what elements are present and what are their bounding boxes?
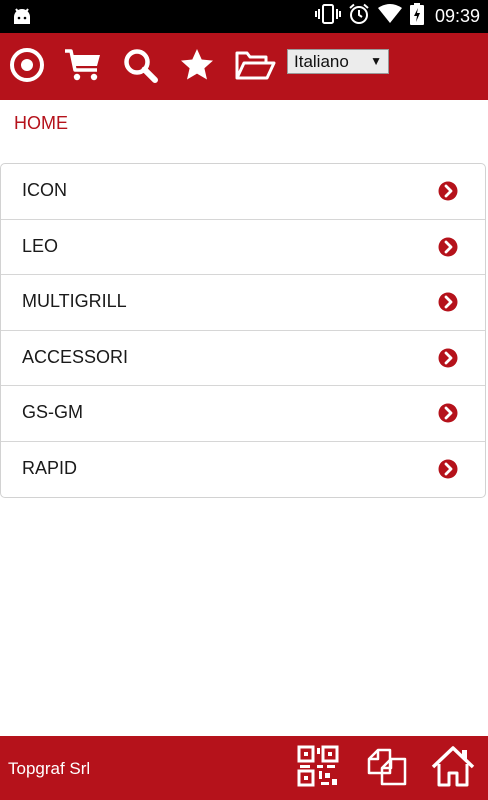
battery-charging-icon bbox=[409, 3, 424, 30]
language-value: Italiano bbox=[294, 52, 349, 71]
list-item[interactable]: ACCESSORI bbox=[1, 331, 485, 386]
target-button[interactable] bbox=[5, 45, 49, 89]
dropdown-arrow-icon: ▼ bbox=[370, 54, 382, 68]
home-button[interactable] bbox=[431, 745, 475, 792]
clock: 09:39 bbox=[434, 6, 480, 26]
list-item[interactable]: ICON bbox=[1, 164, 485, 220]
alarm-icon bbox=[348, 3, 370, 30]
star-icon bbox=[179, 47, 215, 88]
chevron-circle-right-icon bbox=[438, 292, 458, 312]
list-item[interactable]: MULTIGRILL bbox=[1, 275, 485, 331]
copy-button[interactable] bbox=[365, 746, 409, 790]
search-button[interactable] bbox=[118, 45, 162, 89]
cart-button[interactable] bbox=[61, 45, 105, 89]
list-item[interactable]: RAPID bbox=[1, 442, 485, 498]
android-icon bbox=[10, 6, 34, 31]
list-item[interactable]: GS-GM bbox=[1, 386, 485, 442]
chevron-circle-right-icon bbox=[438, 459, 458, 479]
folder-open-icon bbox=[234, 48, 276, 87]
list-item[interactable]: LEO bbox=[1, 220, 485, 275]
list-item-label: RAPID bbox=[22, 457, 78, 478]
status-bar: 09:39 bbox=[0, 0, 488, 33]
list-item-label: GS-GM bbox=[22, 402, 83, 422]
list-item-label: ICON bbox=[22, 180, 67, 200]
chevron-circle-right-icon bbox=[438, 181, 458, 201]
home-icon bbox=[431, 745, 475, 792]
footer-bar: Topgraf Srl bbox=[0, 736, 488, 800]
top-toolbar: Italiano ▼ bbox=[0, 33, 488, 100]
list-item-label: LEO bbox=[22, 235, 59, 256]
list-item-label: MULTIGRILL bbox=[22, 291, 127, 311]
search-icon bbox=[122, 47, 158, 88]
cart-icon bbox=[64, 48, 102, 87]
breadcrumb-home[interactable]: HOME bbox=[14, 113, 68, 134]
category-list: ICON LEO MULTIGRILL ACCESSORI GS-GM RAPI… bbox=[0, 163, 486, 498]
copy-icon bbox=[366, 745, 408, 792]
chevron-circle-right-icon bbox=[438, 237, 458, 257]
chevron-circle-right-icon bbox=[438, 348, 458, 368]
company-name: Topgraf Srl bbox=[8, 759, 91, 778]
folder-button[interactable] bbox=[233, 45, 277, 89]
favorites-button[interactable] bbox=[175, 45, 219, 89]
list-item-label: ACCESSORI bbox=[22, 346, 129, 367]
wifi-icon bbox=[377, 4, 403, 29]
vibrate-icon bbox=[314, 4, 341, 29]
language-select[interactable]: Italiano ▼ bbox=[287, 49, 389, 74]
qr-code-icon bbox=[297, 745, 339, 792]
chevron-circle-right-icon bbox=[438, 403, 458, 423]
qr-code-button[interactable] bbox=[296, 745, 340, 792]
target-icon bbox=[9, 47, 45, 88]
